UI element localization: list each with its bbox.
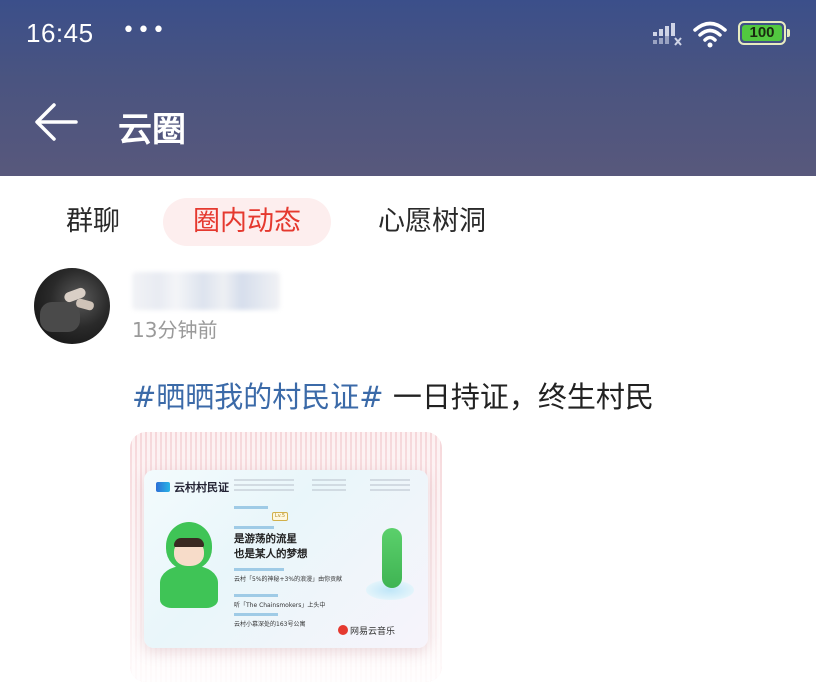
id-card-logo [156, 482, 170, 492]
id-card-name-label [234, 506, 268, 509]
id-card-org-field [370, 479, 410, 491]
battery-level: 100 [742, 25, 782, 41]
brand-name: 网易云音乐 [350, 627, 396, 637]
level-badge: Lv.5 [272, 512, 288, 521]
tab-group-chat[interactable]: 群聊 [66, 198, 120, 246]
top-bar: 16:45 ••• 100 云圈 [0, 0, 816, 176]
tab-wish-tree[interactable]: 心愿树洞 [378, 198, 486, 246]
mascot-hair [174, 538, 204, 547]
id-card-pet-phrase-label [234, 594, 278, 597]
cellular-signal-icon [653, 23, 682, 46]
tab-circle-feed[interactable]: 圈内动态 [163, 198, 331, 246]
battery-indicator: 100 [738, 21, 790, 45]
username-blurred[interactable] [132, 272, 280, 310]
mini-mascot [382, 528, 402, 588]
tab-bar: 群聊 圈内动态 心愿树洞 [0, 176, 816, 266]
status-more-dots: ••• [122, 18, 167, 43]
villager-id-card: 云村村民证 Lv.5 是游荡的流星 也是某人的梦想 云村「5%的神秘+3%的浪漫… [144, 470, 428, 648]
residence-text: 云村小慕深处的163号公寓 [234, 621, 306, 628]
avatar-arm [40, 302, 80, 332]
page-title: 云圈 [118, 110, 186, 150]
identity-line-2: 也是某人的梦想 [234, 548, 308, 560]
id-card-residence-label [234, 613, 278, 616]
post-body-text: 一日持证，终生村民 [383, 380, 654, 414]
identity-line-1: 是游荡的流星 [234, 533, 297, 545]
back-arrow-icon[interactable] [30, 100, 80, 144]
wifi-icon [693, 21, 727, 48]
user-avatar[interactable] [34, 268, 110, 344]
battery-tip [787, 29, 790, 37]
netease-music-logo-icon [338, 625, 348, 635]
pet-phrase-text: 听「The Chainsmokers」上头中 [234, 602, 326, 609]
contribution-text: 云村「5%的神秘+3%的浪漫」由你贡献 [234, 576, 343, 583]
post-timestamp: 13分钟前 [132, 318, 218, 342]
id-card-title: 云村村民证 [174, 481, 229, 494]
post-hashtag-link[interactable]: #晒晒我的村民证# [132, 380, 384, 414]
post-image[interactable]: 云村村民证 Lv.5 是游荡的流星 也是某人的梦想 云村「5%的神秘+3%的浪漫… [130, 432, 442, 682]
id-card-issuer-field [312, 479, 346, 491]
post-text: #晒晒我的村民证# 一日持证，终生村民 [132, 374, 654, 416]
status-time: 16:45 [26, 18, 94, 48]
id-card-number-field [234, 479, 294, 491]
status-bar: 16:45 ••• 100 [0, 0, 816, 70]
mascot-body [160, 566, 218, 608]
id-card-contribution-label [234, 568, 284, 571]
id-card-identity-label [234, 526, 274, 529]
